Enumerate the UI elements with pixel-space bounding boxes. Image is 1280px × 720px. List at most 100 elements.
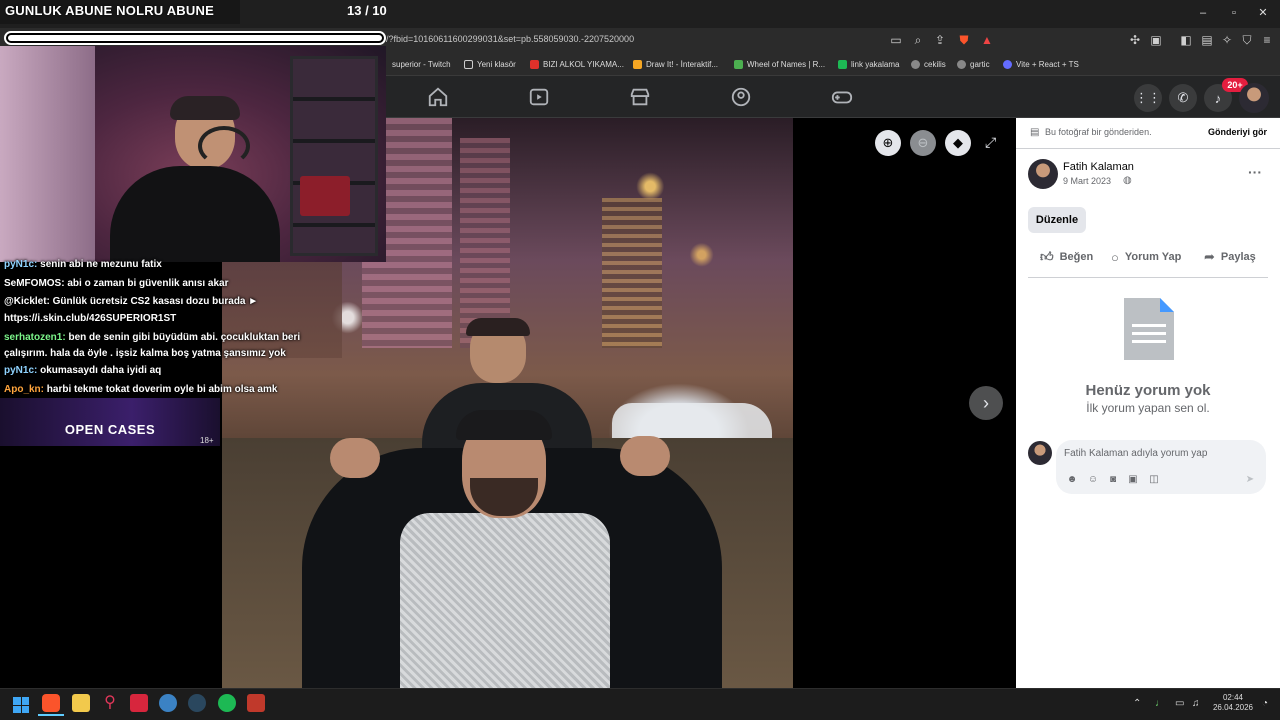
chat-text: ben de senin gibi büyüdüm abi. çocuklukt… xyxy=(68,332,301,343)
case-ad-banner: OPEN CASES 18+ xyxy=(0,398,220,446)
vpn-icon[interactable]: ⛉ xyxy=(1239,32,1255,48)
post-date[interactable]: 9 Mart 2023 xyxy=(1063,176,1111,186)
spotify-icon[interactable] xyxy=(218,694,236,712)
comment-button[interactable]: ○ Yorum Yap xyxy=(1111,249,1181,265)
chat-username: pyN1c: xyxy=(4,259,38,270)
brave-shield-icon[interactable]: ⛊ xyxy=(956,32,972,48)
chat-username: SeMFOMOS: xyxy=(4,278,65,289)
subscriber-goal-title: GUNLUK ABUNE NOLRU ABUNE xyxy=(5,3,214,18)
chat-text: harbi tekme tokat doverim oyle bi abim o… xyxy=(46,384,278,395)
microphone-icon[interactable]: ♩ xyxy=(1155,698,1165,709)
bookmark-item[interactable]: link yakalama xyxy=(838,56,899,72)
cast-icon[interactable]: ▭ xyxy=(888,32,904,48)
bookmark-item[interactable]: Vite + React + TS xyxy=(1003,56,1079,72)
chat-message: https://i.skin.club/426SUPERIOR1ST xyxy=(4,310,176,327)
chat-username: Apo_kn: xyxy=(4,384,44,395)
chat-message: Apo_kn: harbi tekme tokat doverim oyle b… xyxy=(4,381,277,398)
gif-icon[interactable]: ▣ xyxy=(1127,474,1139,486)
globe-icon: ◍ xyxy=(1123,175,1132,186)
chat-message: pyN1c: senin abi ne mezunu fatix xyxy=(4,256,162,273)
zoom-out-icon: ⊖ xyxy=(910,130,936,156)
windows-start-icon[interactable] xyxy=(13,697,29,713)
zoom-icon[interactable]: ⌕ xyxy=(910,32,926,48)
chat-message: çalışırım. hala da öyle . işsiz kalma bo… xyxy=(4,345,286,362)
tray-expand-icon[interactable]: ⌃ xyxy=(1133,698,1141,709)
chat-username: pyN1c: xyxy=(4,365,38,376)
network-icon[interactable]: ▭ xyxy=(1175,698,1184,709)
app-icon[interactable] xyxy=(247,694,265,712)
subscriber-goal-progress-fill xyxy=(8,35,382,41)
send-icon: ➤ xyxy=(1245,474,1255,485)
video-icon[interactable] xyxy=(528,86,550,108)
next-photo-button[interactable]: › xyxy=(969,386,1003,420)
ad-age-label: 18+ xyxy=(200,436,214,445)
chat-text: Günlük ücretsiz CS2 kasası dozu burada ► xyxy=(52,296,259,307)
clock-time: 02:44 xyxy=(1222,693,1244,702)
chat-text: abi o zaman bi güvenlik anısı akar xyxy=(67,278,229,289)
view-post-link[interactable]: Gönderiyi gör xyxy=(1208,127,1267,137)
marketplace-icon[interactable] xyxy=(629,86,651,108)
active-indicator xyxy=(38,714,64,716)
bookmark-item[interactable]: gartic xyxy=(957,56,990,72)
author-avatar[interactable] xyxy=(1028,159,1058,189)
extensions-icon[interactable]: ✣ xyxy=(1127,32,1143,48)
fullscreen-icon[interactable]: ⤢ xyxy=(985,134,1003,152)
document-icon xyxy=(1124,298,1174,360)
like-button[interactable]: 👍︎ Beğen xyxy=(1040,249,1093,265)
menu-icon[interactable]: ≡ xyxy=(1259,32,1275,48)
bookmark-item[interactable]: Yeni klasör xyxy=(464,56,516,72)
steam-icon[interactable] xyxy=(188,694,206,712)
bookmark-item[interactable]: superior - Twitch xyxy=(392,56,451,72)
notification-center-icon[interactable]: ◔ xyxy=(1262,698,1268,709)
brave-rewards-icon[interactable]: ▲ xyxy=(979,32,995,48)
sidebar-icon[interactable]: ◧ xyxy=(1178,32,1194,48)
share-label: Paylaş xyxy=(1220,251,1256,263)
shared-notice: Bu fotoğraf bir gönderiden. xyxy=(1045,127,1152,137)
author-name[interactable]: Fatih Kalaman xyxy=(1063,161,1134,173)
profile-avatar[interactable] xyxy=(1239,83,1269,113)
share-button[interactable]: ➦ Paylaş xyxy=(1204,249,1256,265)
brave-browser-icon[interactable] xyxy=(42,694,60,712)
tab-icon[interactable]: ▣ xyxy=(1148,32,1164,48)
edit-button[interactable]: Düzenle xyxy=(1028,207,1086,233)
thumbs-up-icon: 👍︎ xyxy=(1040,249,1054,264)
share-icon[interactable]: ⇪ xyxy=(932,32,948,48)
url-text[interactable]: /?fbid=10160611600299031&set=pb.55805903… xyxy=(386,34,634,44)
more-options-icon[interactable]: ··· xyxy=(1248,164,1262,180)
bookmark-item[interactable]: Wheel of Names | R... xyxy=(734,56,825,72)
bookmark-item[interactable]: BIZI ALKOL YIKAMA... xyxy=(530,56,624,72)
close-icon[interactable]: ✕ xyxy=(1256,6,1270,20)
maximize-icon[interactable]: ▫ xyxy=(1227,6,1241,20)
bookmark-item[interactable]: cekilis xyxy=(911,56,946,72)
zoom-in-icon[interactable]: ⊕ xyxy=(875,130,901,156)
comment-placeholder[interactable]: Fatih Kalaman adıyla yorum yap xyxy=(1064,448,1207,459)
sticker-icon[interactable]: ◫ xyxy=(1148,474,1160,486)
wallet-icon[interactable]: ▤ xyxy=(1199,32,1215,48)
chat-message: serhatozen1: ben de senin gibi büyüdüm a… xyxy=(4,329,300,346)
bookmark-item[interactable]: Draw It! - İnteraktif... xyxy=(633,56,718,72)
ad-text: OPEN CASES xyxy=(64,422,156,437)
messenger-icon[interactable]: ✆ xyxy=(1169,84,1197,112)
app-icon[interactable] xyxy=(130,694,148,712)
home-icon[interactable] xyxy=(427,86,449,108)
emoji-icon[interactable]: ☺ xyxy=(1087,474,1099,486)
clock[interactable]: 02:44 26.04.2026 xyxy=(1211,693,1255,713)
leo-icon[interactable]: ✧ xyxy=(1219,32,1235,48)
apps-menu-icon[interactable]: ⋮⋮ xyxy=(1134,84,1162,112)
file-explorer-icon[interactable] xyxy=(72,694,90,712)
chat-message: SeMFOMOS: abi o zaman bi güvenlik anısı … xyxy=(4,275,229,292)
groups-icon[interactable] xyxy=(730,86,752,108)
clock-date: 26.04.2026 xyxy=(1212,703,1254,712)
divider xyxy=(1028,277,1268,278)
avatar-sticker-icon[interactable]: ☻ xyxy=(1066,474,1078,486)
map-pin-icon[interactable]: ⚲ xyxy=(101,694,119,712)
minimize-icon[interactable]: – xyxy=(1196,6,1210,20)
chat-text: çalışırım. hala da öyle . işsiz kalma bo… xyxy=(4,348,286,359)
volume-icon[interactable]: ♫ xyxy=(1192,698,1200,709)
tag-icon[interactable]: ◆ xyxy=(945,130,971,156)
gaming-icon[interactable] xyxy=(831,86,853,108)
camera-icon[interactable]: ◙ xyxy=(1107,474,1119,486)
commenter-avatar[interactable] xyxy=(1028,441,1052,465)
like-label: Beğen xyxy=(1059,251,1094,263)
app-icon[interactable] xyxy=(159,694,177,712)
